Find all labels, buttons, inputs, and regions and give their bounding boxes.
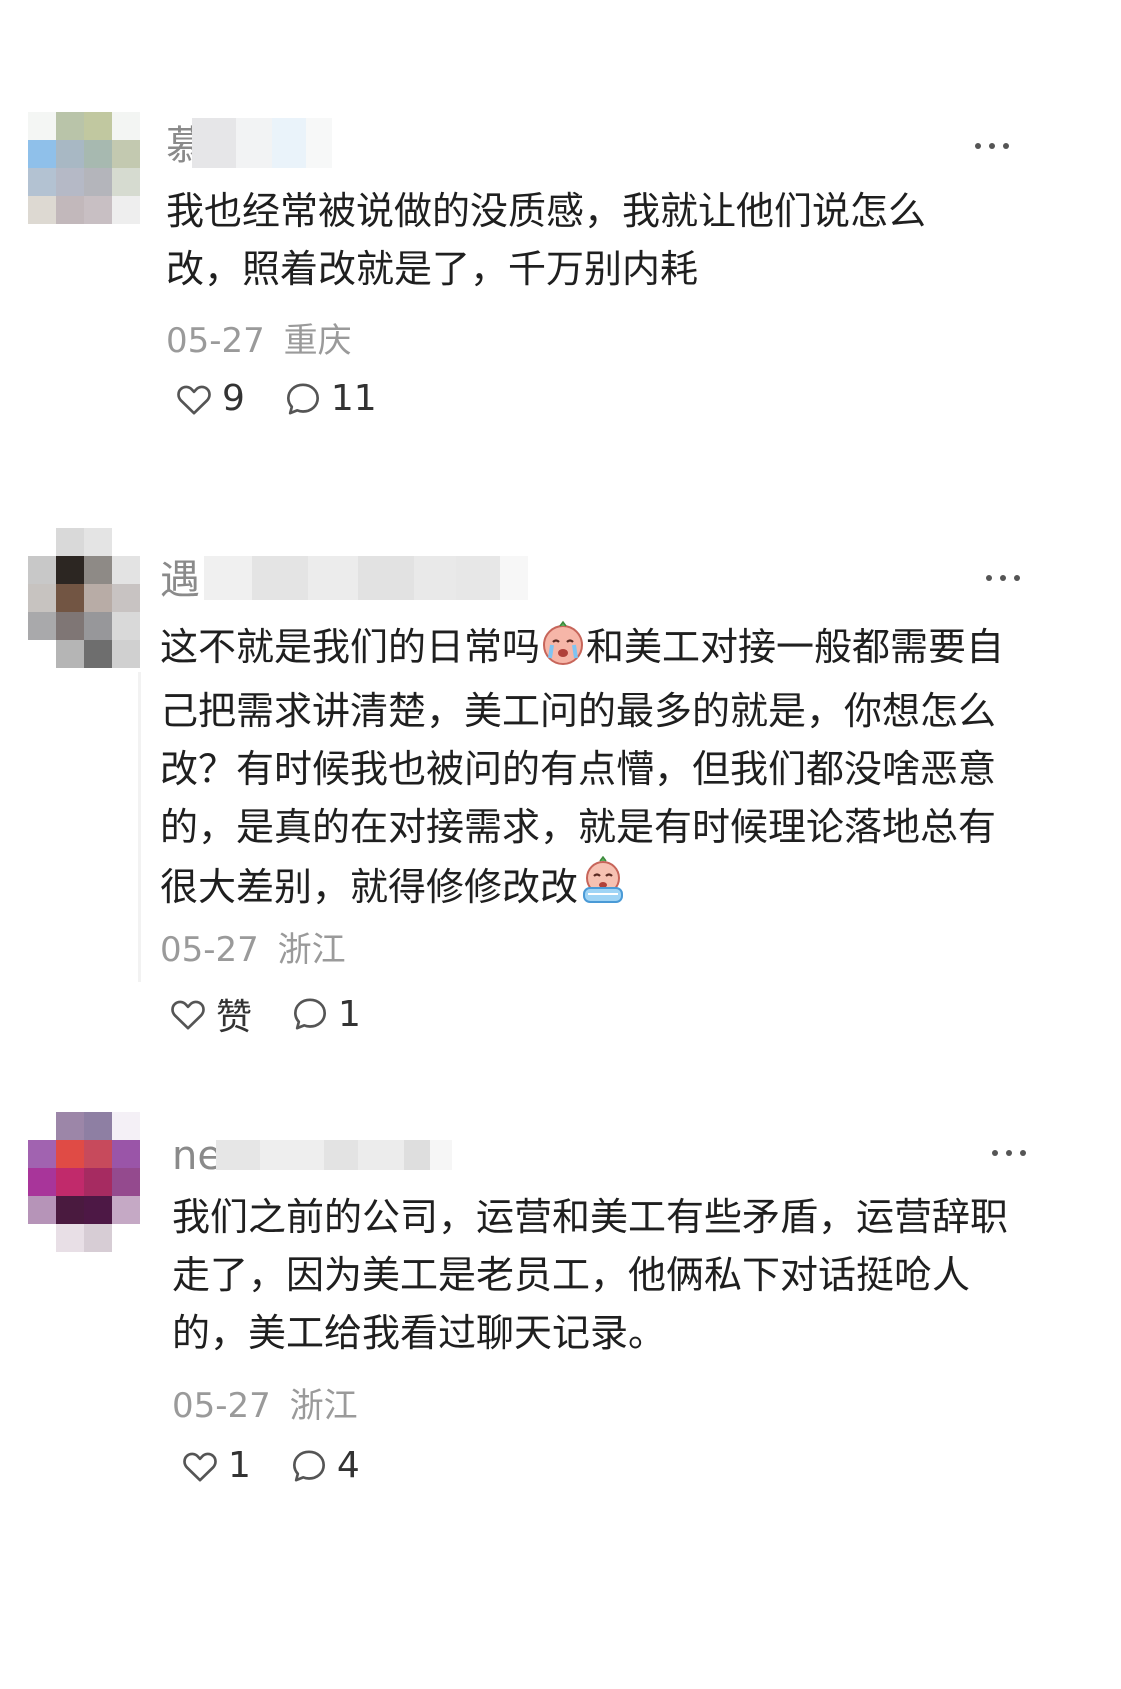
- comment-date: 05-27: [172, 1386, 271, 1426]
- comment-meta: 05-27 浙江: [160, 922, 346, 971]
- comment-meta: 05-27 浙江: [172, 1378, 358, 1427]
- thread-line: [138, 672, 141, 982]
- like-count: 9: [222, 378, 245, 419]
- more-dots-icon[interactable]: [992, 1150, 1026, 1156]
- comment-date: 05-27: [166, 321, 265, 361]
- username-blur: [204, 556, 528, 600]
- more-dots-icon[interactable]: [975, 143, 1009, 149]
- avatar[interactable]: [28, 112, 140, 224]
- comment-date: 05-27: [160, 930, 259, 970]
- heart-outline-icon: [171, 1000, 205, 1030]
- comment-text: 我们之前的公司，运营和美工有些矛盾，运营辞职走了，因为美工是老员工，他俩私下对话…: [172, 1195, 1009, 1355]
- comment-actions: 赞 1: [168, 988, 399, 1040]
- crying-face-emoji: [540, 620, 586, 682]
- like-count: 1: [228, 1445, 251, 1486]
- speech-bubble-icon: [286, 383, 319, 414]
- like-button[interactable]: 1: [180, 1445, 251, 1486]
- comment-actions: 1 4: [180, 1445, 398, 1486]
- username-blur: [216, 1140, 452, 1170]
- comment-location: 重庆: [283, 321, 352, 361]
- comment-actions: 9 11: [174, 378, 415, 419]
- like-count: 赞: [216, 997, 253, 1038]
- comment-location: 浙江: [289, 1386, 358, 1426]
- username-blur: [192, 118, 332, 168]
- more-dots-icon[interactable]: [986, 575, 1020, 581]
- comment-location: 浙江: [277, 930, 346, 970]
- weeping-face-emoji: [578, 855, 628, 922]
- speech-bubble-icon: [294, 998, 327, 1030]
- comment-text: 我也经常被说做的没质感，我就让他们说怎么改，照着改就是了，千万别内耗: [166, 189, 927, 291]
- like-button[interactable]: 赞: [168, 988, 252, 1040]
- reply-count: 1: [338, 993, 361, 1035]
- comment-meta: 05-27 重庆: [166, 313, 352, 362]
- username[interactable]: ne: [172, 1136, 222, 1176]
- like-button[interactable]: 9: [174, 378, 245, 419]
- heart-outline-icon: [183, 1452, 217, 1481]
- reply-button[interactable]: 4: [289, 1445, 360, 1486]
- reply-count: 4: [336, 1445, 360, 1486]
- reply-button[interactable]: 11: [283, 378, 377, 419]
- heart-outline-icon: [177, 385, 211, 414]
- username[interactable]: 遇: [160, 560, 200, 600]
- speech-bubble-icon: [292, 1450, 325, 1481]
- comment-text: 这不就是我们的日常吗 和美工对接一般都需要自己把需求讲清楚，美工问的最多的就是，你…: [160, 618, 1010, 922]
- reply-button[interactable]: 1: [290, 994, 361, 1035]
- avatar[interactable]: [28, 528, 140, 668]
- avatar[interactable]: [28, 1112, 140, 1252]
- reply-count: 11: [330, 378, 377, 419]
